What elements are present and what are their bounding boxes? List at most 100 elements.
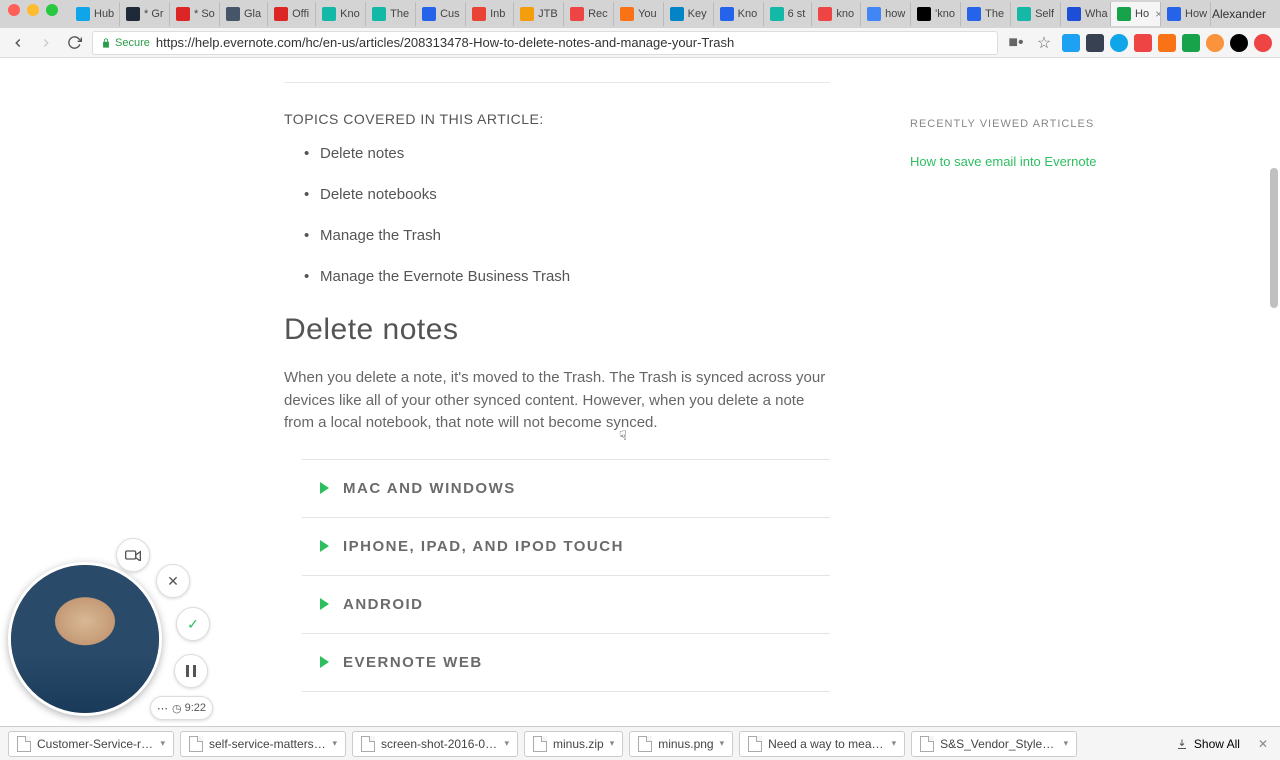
browser-tab[interactable]: Inb [466, 2, 514, 26]
accordion-item[interactable]: ANDROID [302, 576, 830, 634]
tab-label: Kno [340, 8, 360, 20]
ext-icon-9[interactable] [1254, 34, 1272, 52]
ext-icon-7[interactable] [1206, 34, 1224, 52]
browser-tab[interactable]: Ho× [1111, 2, 1161, 26]
browser-tab[interactable]: Hub [70, 2, 120, 26]
tab-favicon-icon [226, 7, 240, 21]
extension-icons [1062, 34, 1272, 52]
browser-tab[interactable]: Kno [714, 2, 764, 26]
browser-tab[interactable]: Cus [416, 2, 466, 26]
browser-tab[interactable]: How [1161, 2, 1211, 26]
window-close[interactable] [8, 4, 20, 16]
file-icon [920, 736, 934, 752]
download-item[interactable]: minus.png ▾ [629, 731, 733, 757]
camera-icon[interactable] [116, 538, 150, 572]
webcam-preview[interactable] [8, 562, 162, 716]
accordion-item[interactable]: IPHONE, IPAD, AND IPOD TOUCH [302, 518, 830, 576]
download-item[interactable]: Need a way to measure....zip▾ [739, 731, 905, 757]
browser-tab[interactable]: The [366, 2, 416, 26]
browser-tab[interactable]: 6 st [764, 2, 813, 26]
accordion-item[interactable]: EVERNOTE WEB [302, 634, 830, 692]
tab-favicon-icon [570, 7, 584, 21]
download-item[interactable]: self-service-matters.png▾ [180, 731, 346, 757]
chevron-down-icon[interactable]: ▾ [332, 738, 337, 749]
topic-item[interactable]: Manage the Evernote Business Trash [320, 268, 830, 285]
video-indicator-icon[interactable]: ■• [1006, 33, 1026, 53]
download-item[interactable]: Customer-Service-rep....png▾ [8, 731, 174, 757]
chevron-down-icon[interactable]: ▾ [892, 738, 897, 749]
chevron-down-icon[interactable]: ▾ [610, 738, 615, 749]
chevron-down-icon[interactable]: ▾ [1064, 738, 1069, 749]
forward-button[interactable] [36, 33, 56, 53]
expand-arrow-icon [320, 598, 329, 610]
profile-name[interactable]: Alexander [1212, 7, 1272, 21]
accordion-label: IPHONE, IPAD, AND IPOD TOUCH [343, 538, 624, 555]
ext-icon-4[interactable] [1134, 34, 1152, 52]
download-item[interactable]: screen-shot-2016-03....png▾ [352, 731, 518, 757]
download-item[interactable]: S&S_Vendor_Style_Gui....pdf▾ [911, 731, 1077, 757]
check-icon[interactable]: ✓ [176, 607, 210, 641]
chevron-down-icon[interactable]: ▾ [720, 738, 725, 749]
tab-favicon-icon [867, 7, 881, 21]
ext-icon-5[interactable] [1158, 34, 1176, 52]
browser-tab[interactable]: * Gr [120, 2, 170, 26]
browser-tab[interactable]: Rec [564, 2, 614, 26]
chevron-down-icon[interactable]: ▾ [160, 738, 165, 749]
topic-item[interactable]: Manage the Trash [320, 227, 830, 244]
close-icon[interactable]: ✕ [156, 564, 190, 598]
browser-tab[interactable]: kno [812, 2, 861, 26]
browser-tab[interactable]: You [614, 2, 664, 26]
tab-favicon-icon [670, 7, 684, 21]
topic-item[interactable]: Delete notes [320, 145, 830, 162]
tab-favicon-icon [520, 7, 534, 21]
tab-favicon-icon [76, 7, 90, 21]
show-all-downloads[interactable]: Show All [1168, 733, 1248, 755]
browser-tab[interactable]: Key [664, 2, 714, 26]
pause-icon[interactable] [174, 654, 208, 688]
chevron-down-icon[interactable]: ▾ [504, 738, 509, 749]
file-icon [748, 736, 762, 752]
tab-favicon-icon [126, 7, 140, 21]
browser-tab[interactable]: JTB [514, 2, 564, 26]
download-item[interactable]: minus.zip▾ [524, 731, 623, 757]
ext-icon-8[interactable] [1230, 34, 1248, 52]
ext-icon-1[interactable] [1062, 34, 1080, 52]
downloads-bar: Customer-Service-rep....png▾self-service… [0, 726, 1280, 760]
tab-label: JTB [538, 8, 558, 20]
ext-icon-6[interactable] [1182, 34, 1200, 52]
browser-tab[interactable]: Self [1011, 2, 1061, 26]
ext-icon-3[interactable] [1110, 34, 1128, 52]
tab-label: Offi [292, 8, 309, 20]
bookmark-star-icon[interactable]: ☆ [1034, 33, 1054, 53]
url-input[interactable]: Secure https://help.evernote.com/hc/en-u… [92, 31, 998, 55]
sidebar-heading: RECENTLY VIEWED ARTICLES [910, 118, 1190, 130]
browser-tab[interactable]: * So [170, 2, 220, 26]
ext-icon-2[interactable] [1086, 34, 1104, 52]
browser-tab[interactable]: Gla [220, 2, 268, 26]
file-icon [17, 736, 31, 752]
accordion-label: MAC AND WINDOWS [343, 480, 516, 497]
window-minimize[interactable] [27, 4, 39, 16]
back-button[interactable] [8, 33, 28, 53]
close-downloads-bar[interactable]: ✕ [1254, 737, 1272, 751]
tab-label: * So [194, 8, 215, 20]
tab-favicon-icon [620, 7, 634, 21]
browser-tab[interactable]: Wha [1061, 2, 1111, 26]
accordion-item[interactable]: MAC AND WINDOWS [302, 460, 830, 518]
tab-label: You [638, 8, 657, 20]
reload-button[interactable] [64, 33, 84, 53]
download-filename: minus.png [658, 737, 713, 751]
topic-item[interactable]: Delete notebooks [320, 186, 830, 203]
browser-tab[interactable]: how [861, 2, 911, 26]
browser-tab[interactable]: The [961, 2, 1011, 26]
browser-tab[interactable]: 'kno [911, 2, 961, 26]
secure-label: Secure [115, 37, 150, 49]
window-maximize[interactable] [46, 4, 58, 16]
browser-tab[interactable]: Offi [268, 2, 316, 26]
recorder-timer[interactable]: ⋯ ◷9:22 [150, 696, 213, 720]
browser-tab[interactable]: Kno [316, 2, 366, 26]
scrollbar-thumb[interactable] [1270, 168, 1278, 308]
sidebar-link[interactable]: How to save email into Evernote [910, 154, 1190, 169]
tab-favicon-icon [322, 7, 336, 21]
tab-label: Kno [738, 8, 758, 20]
